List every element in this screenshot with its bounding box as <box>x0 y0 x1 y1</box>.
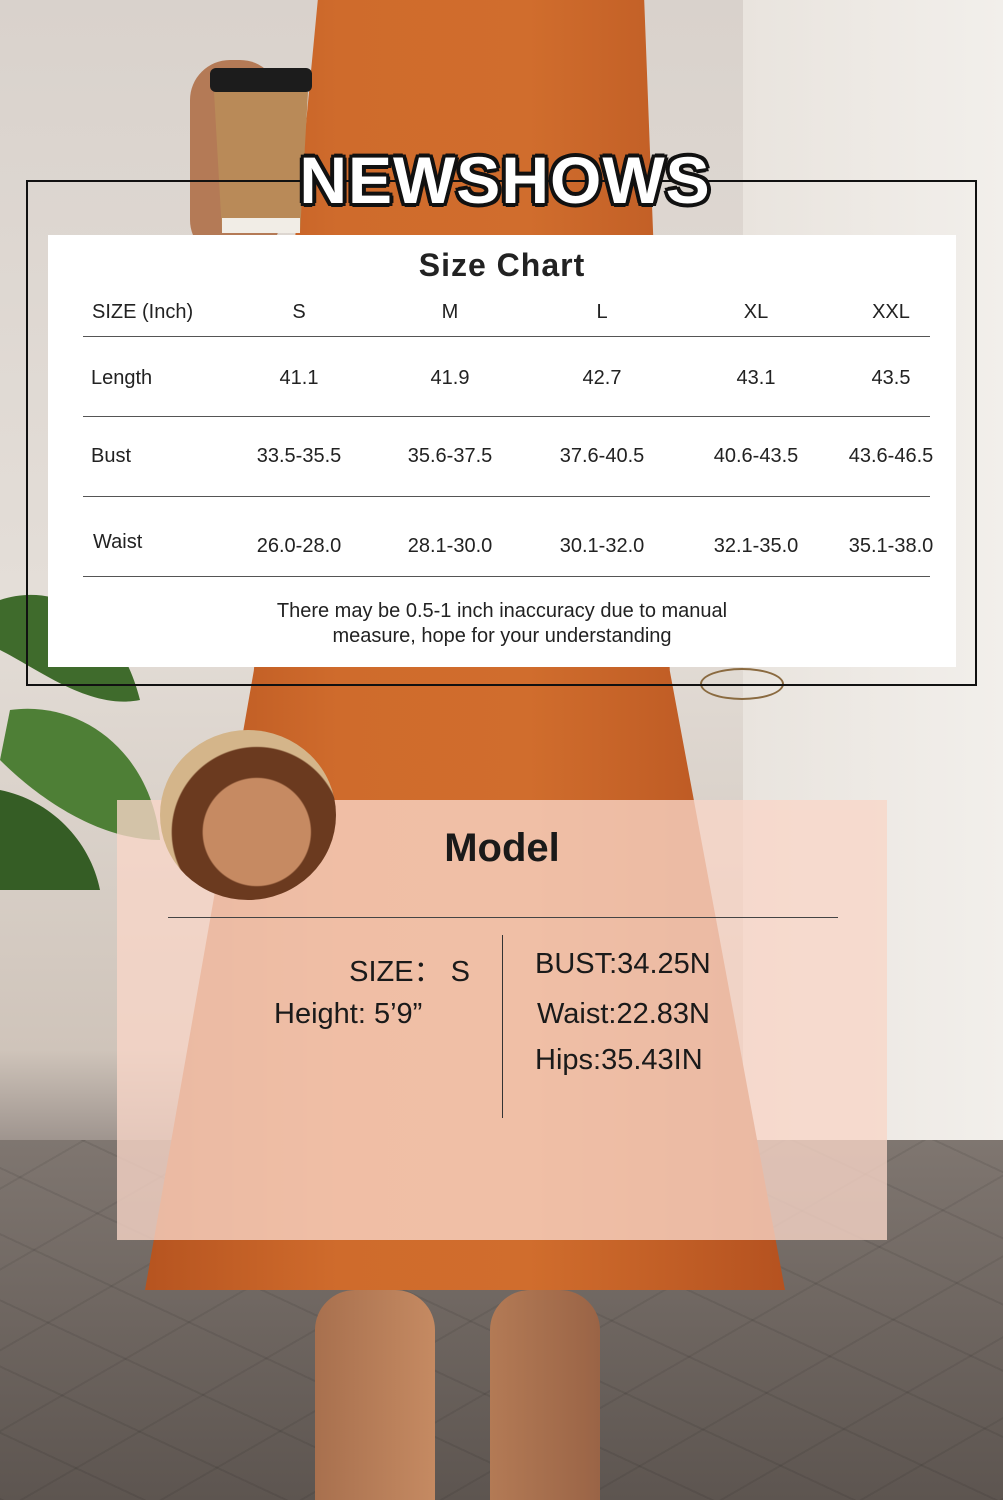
table-divider <box>83 576 930 577</box>
size-chart-title: Size Chart <box>418 247 586 283</box>
note-line: There may be 0.5-1 inch inaccuracy due t… <box>276 600 728 622</box>
model-waist: Waist:22.83N <box>537 998 710 1030</box>
model-leg-image <box>315 1290 435 1500</box>
table-divider <box>83 496 930 497</box>
table-cell: 43.6-46.5 <box>848 445 934 467</box>
model-divider <box>168 917 838 918</box>
table-cell: 30.1-32.0 <box>559 535 645 557</box>
model-hips: Hips:35.43IN <box>535 1044 703 1076</box>
row-label: Bust <box>91 445 132 467</box>
table-cell: 42.7 <box>582 367 622 389</box>
size-chart-card: Size Chart SIZE (Inch) S M L XL XXL Leng… <box>48 235 956 667</box>
table-row: Waist 26.0-28.0 28.1-30.0 30.1-32.0 32.1… <box>48 531 956 571</box>
header-cell: XL <box>743 301 769 323</box>
table-cell: 33.5-35.5 <box>256 445 342 467</box>
table-divider <box>83 416 930 417</box>
table-cell: 28.1-30.0 <box>407 535 493 557</box>
table-row: Length 41.1 41.9 42.7 43.1 43.5 <box>48 367 956 407</box>
row-label: Waist <box>93 531 143 553</box>
row-label: Length <box>91 367 153 389</box>
model-vertical-divider <box>502 935 503 1118</box>
header-cell: S <box>292 301 306 323</box>
table-cell: 32.1-35.0 <box>713 535 799 557</box>
table-cell: 41.9 <box>430 367 470 389</box>
brand-logo-text: NEWSHOWS <box>299 143 711 217</box>
model-avatar <box>160 730 336 900</box>
table-divider <box>83 336 930 337</box>
note-line: measure, hope for your understanding <box>332 625 672 647</box>
model-title: Model <box>444 826 560 870</box>
table-cell: 40.6-43.5 <box>713 445 799 467</box>
model-bust: BUST:34.25N <box>535 948 711 980</box>
table-cell: 41.1 <box>279 367 319 389</box>
measurement-note: There may be 0.5-1 inch inaccuracy due t… <box>48 599 956 649</box>
model-height: Height: 5’9” <box>274 998 423 1030</box>
table-cell: 43.1 <box>736 367 776 389</box>
header-cell: SIZE (Inch) <box>92 301 194 323</box>
header-cell: L <box>596 301 608 323</box>
model-leg-image <box>490 1290 600 1500</box>
header-cell: M <box>441 301 459 323</box>
header-cell: XXL <box>872 301 910 323</box>
size-chart-header-row: SIZE (Inch) S M L XL XXL <box>48 301 956 341</box>
table-cell: 37.6-40.5 <box>559 445 645 467</box>
table-cell: 35.1-38.0 <box>848 535 934 557</box>
table-cell: 26.0-28.0 <box>256 535 342 557</box>
table-row: Bust 33.5-35.5 35.6-37.5 37.6-40.5 40.6-… <box>48 445 956 485</box>
model-size: SIZE： S <box>349 956 470 988</box>
table-cell: 43.5 <box>871 367 911 389</box>
table-cell: 35.6-37.5 <box>407 445 493 467</box>
